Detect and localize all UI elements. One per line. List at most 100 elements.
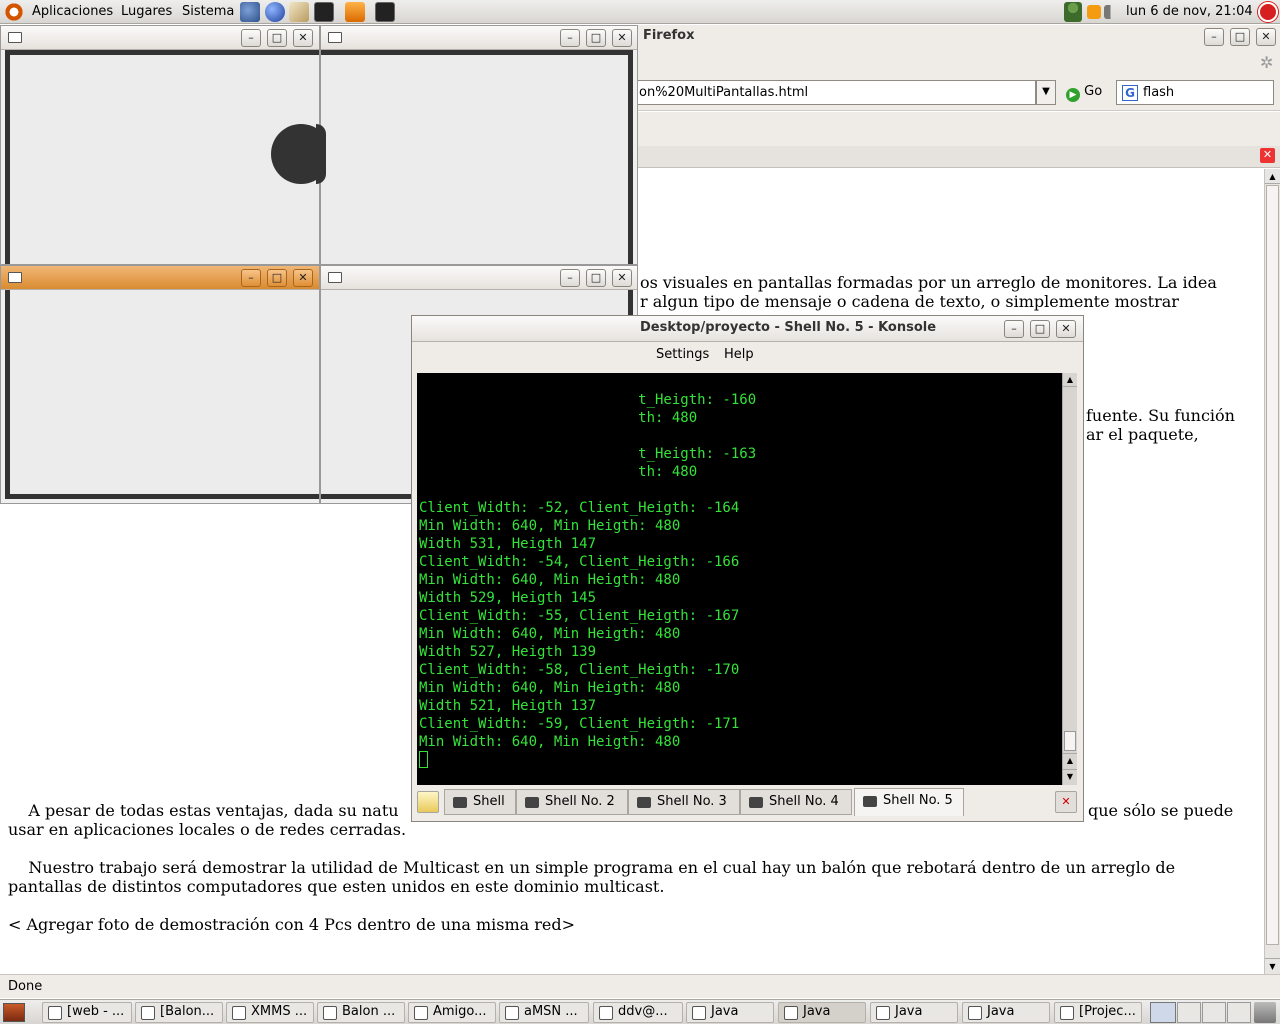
page-scrollbar[interactable]: ▲ ▼ — [1264, 169, 1280, 974]
power-icon[interactable] — [1258, 2, 1278, 22]
maximize-button[interactable]: □ — [1030, 320, 1050, 338]
show-desktop-icon[interactable] — [3, 1003, 25, 1022]
workspace-switcher-2[interactable] — [1177, 1002, 1201, 1023]
user-status-icon[interactable] — [1064, 2, 1082, 22]
update-icon[interactable] — [1087, 5, 1101, 19]
taskbar-item[interactable]: XMMS ... — [226, 1002, 314, 1023]
scroll-up-arrow-icon[interactable]: ▲ — [1265, 169, 1280, 184]
close-findbar-icon[interactable]: ✕ — [1260, 148, 1275, 163]
konsole-titlebar[interactable]: Desktop/proyecto - Shell No. 5 - Konsole… — [412, 316, 1083, 342]
maximize-button[interactable]: □ — [267, 29, 287, 47]
terminal-scrollbar[interactable]: ▲ ▲ ▼ — [1062, 373, 1077, 785]
mail-icon[interactable] — [289, 2, 309, 22]
maximize-button[interactable]: □ — [267, 269, 287, 287]
java-window-1[interactable]: – □ ✕ — [0, 25, 331, 265]
maximize-button[interactable]: □ — [586, 269, 606, 287]
scroll-thumb[interactable] — [1266, 185, 1279, 945]
close-button[interactable]: ✕ — [293, 29, 313, 47]
minimize-button[interactable]: – — [241, 29, 261, 47]
minimize-button[interactable]: – — [560, 29, 580, 47]
tab-shell[interactable]: Shell — [444, 789, 516, 815]
clock[interactable]: lun 6 de nov, 21:04 — [1126, 4, 1253, 19]
close-button[interactable]: ✕ — [1256, 28, 1276, 46]
window-menu-icon[interactable] — [328, 272, 342, 283]
workspace-switcher-3[interactable] — [1202, 1002, 1226, 1023]
terminal-icon[interactable] — [314, 2, 334, 22]
minimize-button[interactable]: – — [1004, 320, 1024, 338]
window-menu-icon[interactable] — [8, 272, 22, 283]
terminal-output[interactable]: t_Heigth: -160 th: 480 t_Heigth: -163 th… — [417, 373, 1062, 785]
scroll-up-arrow-icon[interactable]: ▲ — [1063, 753, 1077, 767]
workspace-switcher-1[interactable] — [1150, 1002, 1176, 1023]
tab-label: Shell No. 3 — [657, 794, 727, 809]
taskbar-item[interactable]: aMSN ... — [499, 1002, 589, 1023]
menu-help[interactable]: Help — [724, 347, 754, 362]
trash-icon[interactable] — [1254, 1002, 1276, 1023]
window-menu-icon[interactable] — [8, 32, 22, 43]
terminal-icon[interactable] — [375, 2, 395, 22]
java-window-titlebar[interactable]: – □ ✕ — [1, 266, 319, 290]
taskbar-item[interactable]: Amigo... — [408, 1002, 496, 1023]
taskbar-item[interactable]: [web - ... — [42, 1002, 132, 1023]
search-input[interactable]: G flash — [1116, 80, 1274, 105]
taskbar-item[interactable]: Java — [778, 1002, 866, 1023]
new-session-icon[interactable] — [417, 791, 439, 813]
java-canvas — [5, 290, 319, 499]
terminal-line: Width 529, Heigth 145 — [419, 590, 597, 606]
scroll-thumb[interactable] — [1064, 731, 1076, 751]
paragraph-2-line-2: ar el paquete, — [1086, 425, 1199, 444]
window-icon — [599, 1006, 613, 1020]
workspace-switcher-4[interactable] — [1227, 1002, 1251, 1023]
terminal-tab-icon — [863, 796, 877, 807]
java-window-2[interactable]: – □ ✕ — [316, 25, 638, 265]
tab-shell-5[interactable]: Shell No. 5 — [854, 788, 964, 816]
minimize-button[interactable]: – — [560, 269, 580, 287]
taskbar-item[interactable]: ddv@... — [593, 1002, 683, 1023]
menu-sistema[interactable]: Sistema — [182, 4, 234, 19]
close-button[interactable]: ✕ — [293, 269, 313, 287]
close-button[interactable]: ✕ — [1056, 320, 1076, 338]
google-icon[interactable]: G — [1122, 85, 1138, 101]
konsole-window[interactable]: Desktop/proyecto - Shell No. 5 - Konsole… — [411, 315, 1084, 822]
taskbar-item[interactable]: [Balon... — [135, 1002, 223, 1023]
volume-icon[interactable] — [1104, 5, 1120, 19]
url-dropdown-button[interactable]: ▼ — [1036, 80, 1056, 105]
terminal-line: Min Width: 640, Min Heigth: 480 — [419, 572, 681, 588]
taskbar-item[interactable]: Java — [962, 1002, 1050, 1023]
minimize-button[interactable]: – — [1204, 28, 1224, 46]
window-icon — [48, 1006, 62, 1020]
taskbar-item[interactable]: Java — [870, 1002, 958, 1023]
close-session-icon[interactable]: ✕ — [1055, 791, 1077, 813]
java-window-titlebar[interactable]: – □ ✕ — [321, 26, 637, 50]
browser-icon[interactable] — [265, 2, 285, 22]
scroll-up-arrow-icon[interactable]: ▲ — [1063, 373, 1077, 387]
maximize-button[interactable]: □ — [1230, 28, 1250, 46]
go-button[interactable]: ▶ Go — [1066, 84, 1102, 102]
tab-shell-2[interactable]: Shell No. 2 — [516, 789, 628, 815]
java-window-titlebar[interactable]: – □ ✕ — [1, 26, 319, 50]
taskbar-item[interactable]: Java — [686, 1002, 774, 1023]
tab-shell-4[interactable]: Shell No. 4 — [740, 789, 852, 815]
java-window-titlebar[interactable]: – □ ✕ — [321, 266, 637, 290]
close-button[interactable]: ✕ — [612, 29, 632, 47]
tab-shell-3[interactable]: Shell No. 3 — [628, 789, 740, 815]
java-window-3[interactable]: – □ ✕ — [0, 265, 320, 504]
window-icon — [1060, 1006, 1074, 1020]
menu-aplicaciones[interactable]: Aplicaciones — [32, 4, 113, 19]
window-menu-icon[interactable] — [328, 32, 342, 43]
taskbar-item[interactable]: [Projec... — [1054, 1002, 1142, 1023]
package-icon[interactable] — [345, 2, 365, 22]
menu-lugares[interactable]: Lugares — [121, 4, 172, 19]
scroll-down-arrow-icon[interactable]: ▼ — [1063, 769, 1077, 783]
minimize-button[interactable]: – — [241, 269, 261, 287]
paragraph-5: < Agregar foto de demostración con 4 Pcs… — [8, 915, 576, 934]
ubuntu-logo-icon[interactable] — [4, 2, 24, 22]
scroll-down-arrow-icon[interactable]: ▼ — [1265, 958, 1280, 973]
close-button[interactable]: ✕ — [612, 269, 632, 287]
taskbar-item[interactable]: Balon ... — [317, 1002, 405, 1023]
users-icon[interactable] — [240, 2, 260, 22]
maximize-button[interactable]: □ — [586, 29, 606, 47]
menu-settings[interactable]: Settings — [656, 347, 709, 362]
url-input[interactable]: on%20MultiPantallas.html — [620, 80, 1036, 105]
